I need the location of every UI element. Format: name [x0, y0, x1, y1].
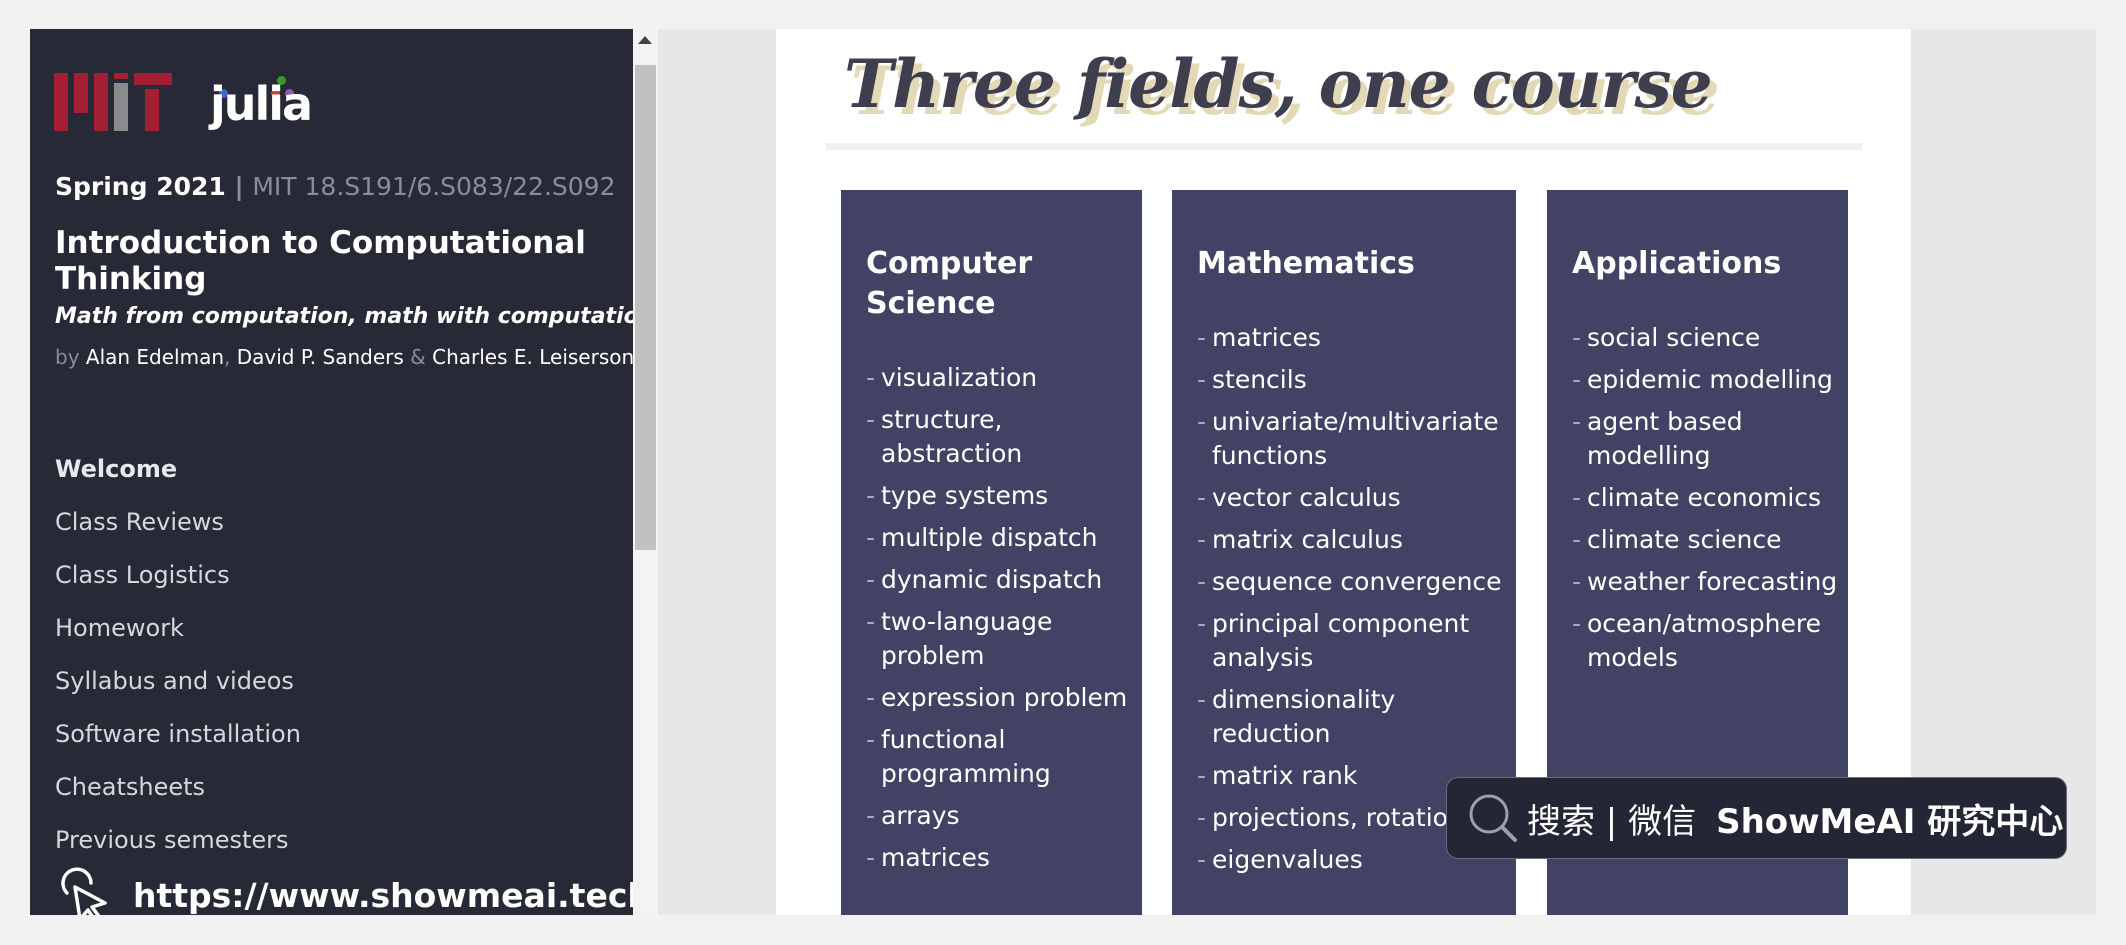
topic-list: visualization structure, abstraction type … [866, 361, 1142, 883]
julia-wordmark: julia [210, 77, 313, 131]
sidebar: julia Spring 2021 | MIT 18.S191/6.S083/2… [30, 29, 633, 915]
topic-item: expression problem [866, 681, 1142, 715]
search-wechat-label: 搜索 | 微信 [1527, 801, 1697, 842]
topic-item: agent based modelling [1572, 405, 1848, 473]
topic-item: climate science [1572, 523, 1848, 557]
sidebar-nav: Welcome Class Reviews Class Logistics Ho… [55, 443, 301, 867]
semester-label: Spring 2021 [55, 172, 226, 201]
card-heading: Mathematics [1197, 246, 1415, 281]
card-heading: Computer Science [866, 246, 1033, 321]
topic-item: ocean/atmosphere models [1572, 607, 1848, 675]
topic-item: matrices [1197, 321, 1516, 355]
nav-item-cheatsheets[interactable]: Cheatsheets [55, 761, 301, 814]
julia-logo[interactable]: julia [210, 67, 330, 131]
author-name: Alan Edelman [85, 345, 225, 369]
cursor-click-icon [61, 867, 107, 915]
topic-item: stencils [1197, 363, 1516, 397]
topic-item: structure, abstraction [866, 403, 1142, 471]
showmeai-search-banner: 搜索 | 微信 ShowMeAI 研究中心 [1446, 777, 2067, 859]
nav-item-class-reviews[interactable]: Class Reviews [55, 496, 301, 549]
topic-item: visualization [866, 361, 1142, 395]
topic-item: type systems [866, 479, 1142, 513]
semester-line: Spring 2021 | MIT 18.S191/6.S083/22.S092 [55, 172, 616, 201]
ampersand: & [410, 345, 426, 369]
card-heading: Applications [1572, 246, 1782, 281]
topic-item: climate economics [1572, 481, 1848, 515]
logo-row: julia [54, 67, 354, 131]
topic-item: sequence convergence [1197, 565, 1516, 599]
topic-item: functional programming [866, 723, 1142, 791]
scrollbar-thumb[interactable] [635, 65, 656, 550]
course-tagline: Math from computation, math with computa… [55, 304, 633, 329]
mit-logo[interactable] [54, 67, 174, 131]
authors-line: by Alan Edelman, David P. Sanders & Char… [55, 345, 633, 369]
semester-separator: | [234, 172, 244, 201]
topic-item: epidemic modelling [1572, 363, 1848, 397]
topic-item: arrays [866, 799, 1142, 833]
topic-item: multiple dispatch [866, 521, 1142, 555]
search-icon [1469, 794, 1517, 842]
nav-item-welcome[interactable]: Welcome [55, 443, 301, 496]
by-label: by [55, 345, 80, 369]
nav-item-class-logistics[interactable]: Class Logistics [55, 549, 301, 602]
nav-item-previous-semesters[interactable]: Previous semesters [55, 814, 301, 867]
title-divider [826, 143, 1862, 150]
course-codes: MIT 18.S191/6.S083/22.S092 [252, 172, 616, 201]
topic-item: univariate/multivariate functions [1197, 405, 1516, 473]
course-title: Introduction to Computational Thinking [55, 225, 586, 297]
topic-item: social science [1572, 321, 1848, 355]
topic-item: weather forecasting [1572, 565, 1848, 599]
topic-item: two-language problem [866, 605, 1142, 673]
nav-item-syllabus-and-videos[interactable]: Syllabus and videos [55, 655, 301, 708]
showmeai-link[interactable]: https://www.showmeai.tech [55, 867, 633, 915]
author-name: David P. Sanders [236, 345, 404, 369]
topic-list: social science epidemic modelling agent ba… [1572, 321, 1848, 683]
brand-label: ShowMeAI 研究中心 [1716, 801, 2064, 842]
card-computer-science: Computer Science visualization structure,… [841, 190, 1142, 915]
sidebar-scrollbar[interactable] [633, 29, 658, 915]
topic-item: matrix calculus [1197, 523, 1516, 557]
topic-item: matrices [866, 841, 1142, 875]
page-title: Three fields, one course [844, 45, 1713, 123]
scroll-up-arrow-icon[interactable] [638, 36, 652, 44]
site-url: https://www.showmeai.tech [133, 875, 633, 915]
nav-item-software-installation[interactable]: Software installation [55, 708, 301, 761]
topic-item: principal component analysis [1197, 607, 1516, 675]
topic-item: vector calculus [1197, 481, 1516, 515]
nav-item-homework[interactable]: Homework [55, 602, 301, 655]
topic-item: dimensionality reduction [1197, 683, 1516, 751]
author-name: Charles E. Leiserson [432, 345, 633, 369]
topic-item: dynamic dispatch [866, 563, 1142, 597]
